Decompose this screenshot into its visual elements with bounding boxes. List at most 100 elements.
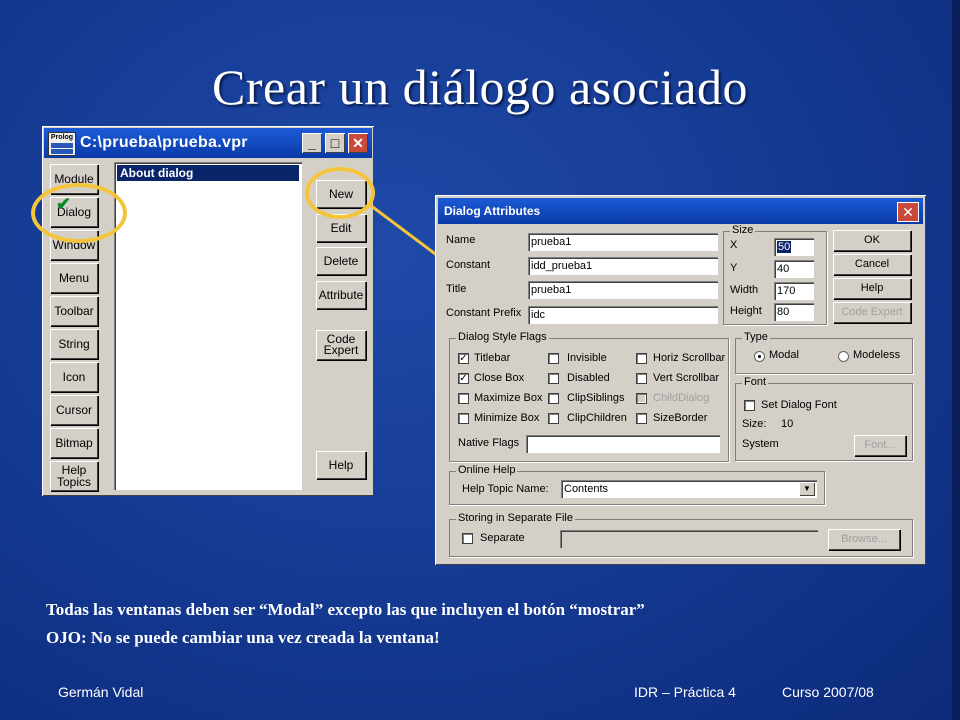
modeless-label: Modeless bbox=[853, 349, 901, 361]
minimize-box-label: Minimize Box bbox=[474, 412, 540, 424]
font-size-value: 10 bbox=[781, 418, 794, 430]
y-field[interactable]: 40 bbox=[774, 260, 814, 278]
horiz-scrollbar-label: Horiz Scrollbar bbox=[653, 352, 726, 364]
online-help-group: Online Help Help Topic Name: Contents ▼ bbox=[449, 464, 825, 505]
width-label: Width bbox=[730, 284, 759, 296]
disabled-checkbox[interactable] bbox=[548, 373, 559, 384]
minimize-button[interactable]: _ bbox=[302, 133, 322, 153]
cancel-button[interactable]: Cancel bbox=[833, 254, 911, 275]
width-field[interactable]: 170 bbox=[774, 282, 814, 300]
set-font-checkbox[interactable] bbox=[744, 400, 755, 411]
toolbar-button[interactable]: Toolbar bbox=[50, 296, 98, 326]
bitmap-button[interactable]: Bitmap bbox=[50, 428, 98, 458]
maximize-box-checkbox[interactable] bbox=[458, 393, 469, 404]
note-line-1: Todas las ventanas deben ser “Modal” exc… bbox=[46, 600, 645, 619]
help-topic-select[interactable]: Contents ▼ bbox=[561, 480, 817, 498]
separate-label: Separate bbox=[480, 532, 525, 544]
storing-group-title: Storing in Separate File bbox=[456, 512, 575, 524]
help-topic-label: Help Topic Name: bbox=[462, 483, 549, 495]
code-expert-button[interactable]: Code Expert bbox=[316, 330, 366, 360]
prolog-logo-icon: Prolog bbox=[48, 132, 76, 156]
font-group: Font Set Dialog Font Size: 10 System Fon… bbox=[735, 376, 913, 461]
new-highlight-ring bbox=[305, 167, 375, 219]
vert-scrollbar-label: Vert Scrollbar bbox=[653, 372, 720, 384]
help-button[interactable]: Help bbox=[316, 451, 366, 479]
titlebar-checkbox[interactable]: ✓ bbox=[458, 353, 469, 364]
dialog-highlight-ring bbox=[31, 183, 127, 243]
size-group: Size X 50 Y 40 Width 170 Height 80 bbox=[723, 224, 827, 325]
clip-siblings-checkbox[interactable] bbox=[548, 393, 559, 404]
clip-siblings-label: ClipSiblings bbox=[567, 392, 625, 404]
dialog-titlebar[interactable]: Dialog Attributes ✕ bbox=[438, 198, 923, 224]
delete-button[interactable]: Delete bbox=[316, 247, 366, 275]
browse-button[interactable]: Browse... bbox=[828, 529, 900, 550]
clip-children-label: ClipChildren bbox=[567, 412, 627, 424]
footer-course: IDR – Práctica 4 bbox=[634, 684, 736, 700]
height-label: Height bbox=[730, 305, 762, 317]
size-border-checkbox[interactable] bbox=[636, 413, 647, 424]
font-name: System bbox=[742, 438, 779, 450]
close-box-checkbox[interactable]: ✓ bbox=[458, 373, 469, 384]
y-label: Y bbox=[730, 262, 738, 274]
note-line-2: OJO: No se puede cambiar una vez creada … bbox=[46, 628, 440, 647]
x-value: 50 bbox=[777, 241, 792, 253]
modeless-radio[interactable] bbox=[838, 351, 849, 362]
code-expert-button[interactable]: Code Expert bbox=[833, 302, 911, 323]
title-field[interactable]: prueba1 bbox=[528, 281, 718, 299]
cursor-button[interactable]: Cursor bbox=[50, 395, 98, 425]
dialog-list[interactable]: About dialog bbox=[114, 162, 302, 490]
modal-radio[interactable] bbox=[754, 351, 765, 362]
font-button[interactable]: Font... bbox=[854, 435, 906, 456]
modal-label: Modal bbox=[769, 349, 799, 361]
font-group-title: Font bbox=[742, 376, 769, 388]
dialog-attributes-window: Dialog Attributes ✕ Name prueba1 Constan… bbox=[435, 195, 926, 565]
chevron-down-icon[interactable]: ▼ bbox=[799, 482, 815, 496]
height-field[interactable]: 80 bbox=[774, 303, 814, 321]
dialog-title: Dialog Attributes bbox=[444, 204, 541, 218]
set-font-label: Set Dialog Font bbox=[761, 399, 837, 411]
footer-year: Curso 2007/08 bbox=[782, 684, 874, 700]
minimize-box-checkbox[interactable] bbox=[458, 413, 469, 424]
menu-button[interactable]: Menu bbox=[50, 263, 98, 293]
prefix-label: Constant Prefix bbox=[446, 307, 522, 319]
invisible-label: Invisible bbox=[567, 352, 607, 364]
native-flags-label: Native Flags bbox=[458, 437, 520, 449]
icon-button[interactable]: Icon bbox=[50, 362, 98, 392]
type-group: Type Modal Modeless bbox=[735, 331, 913, 374]
separate-file-field[interactable] bbox=[560, 530, 818, 548]
project-path: C:\prueba\prueba.vpr bbox=[80, 134, 248, 151]
clip-children-checkbox[interactable] bbox=[548, 413, 559, 424]
prolog-logo-text: Prolog bbox=[50, 134, 74, 141]
maximize-box-label: Maximize Box bbox=[474, 392, 543, 404]
invisible-checkbox[interactable] bbox=[548, 353, 559, 364]
help-button[interactable]: Help bbox=[833, 278, 911, 299]
size-group-title: Size bbox=[730, 224, 756, 236]
separate-checkbox[interactable] bbox=[462, 533, 473, 544]
native-flags-field[interactable] bbox=[526, 435, 720, 453]
project-titlebar[interactable]: Prolog C:\prueba\prueba.vpr _ □ ✕ bbox=[44, 128, 372, 158]
horiz-scrollbar-checkbox[interactable] bbox=[636, 353, 647, 364]
constant-label: Constant bbox=[446, 259, 491, 271]
name-label: Name bbox=[446, 234, 476, 246]
prefix-field[interactable]: idc bbox=[528, 306, 718, 324]
child-dialog-label: ChildDialog bbox=[653, 392, 710, 404]
ok-button[interactable]: OK bbox=[833, 230, 911, 251]
size-border-label: SizeBorder bbox=[653, 412, 708, 424]
attribute-button[interactable]: Attribute bbox=[316, 281, 366, 309]
dialog-close-button[interactable]: ✕ bbox=[897, 202, 919, 222]
vert-scrollbar-checkbox[interactable] bbox=[636, 373, 647, 384]
string-button[interactable]: String bbox=[50, 329, 98, 359]
help-topics-button[interactable]: Help Topics bbox=[50, 461, 98, 491]
maximize-button[interactable]: □ bbox=[325, 133, 345, 153]
font-size-label: Size: bbox=[742, 418, 767, 430]
constant-field[interactable]: idd_prueba1 bbox=[528, 257, 718, 275]
style-flags-group: Dialog Style Flags ✓ Titlebar Invisible … bbox=[449, 331, 729, 462]
help-topic-value: Contents bbox=[564, 483, 609, 495]
child-dialog-checkbox[interactable] bbox=[636, 393, 647, 404]
online-help-title: Online Help bbox=[456, 464, 518, 476]
name-field[interactable]: prueba1 bbox=[528, 233, 718, 251]
list-item[interactable]: About dialog bbox=[117, 165, 299, 181]
close-button[interactable]: ✕ bbox=[348, 133, 368, 153]
x-field[interactable]: 50 bbox=[774, 238, 814, 256]
style-flags-title: Dialog Style Flags bbox=[456, 331, 549, 343]
